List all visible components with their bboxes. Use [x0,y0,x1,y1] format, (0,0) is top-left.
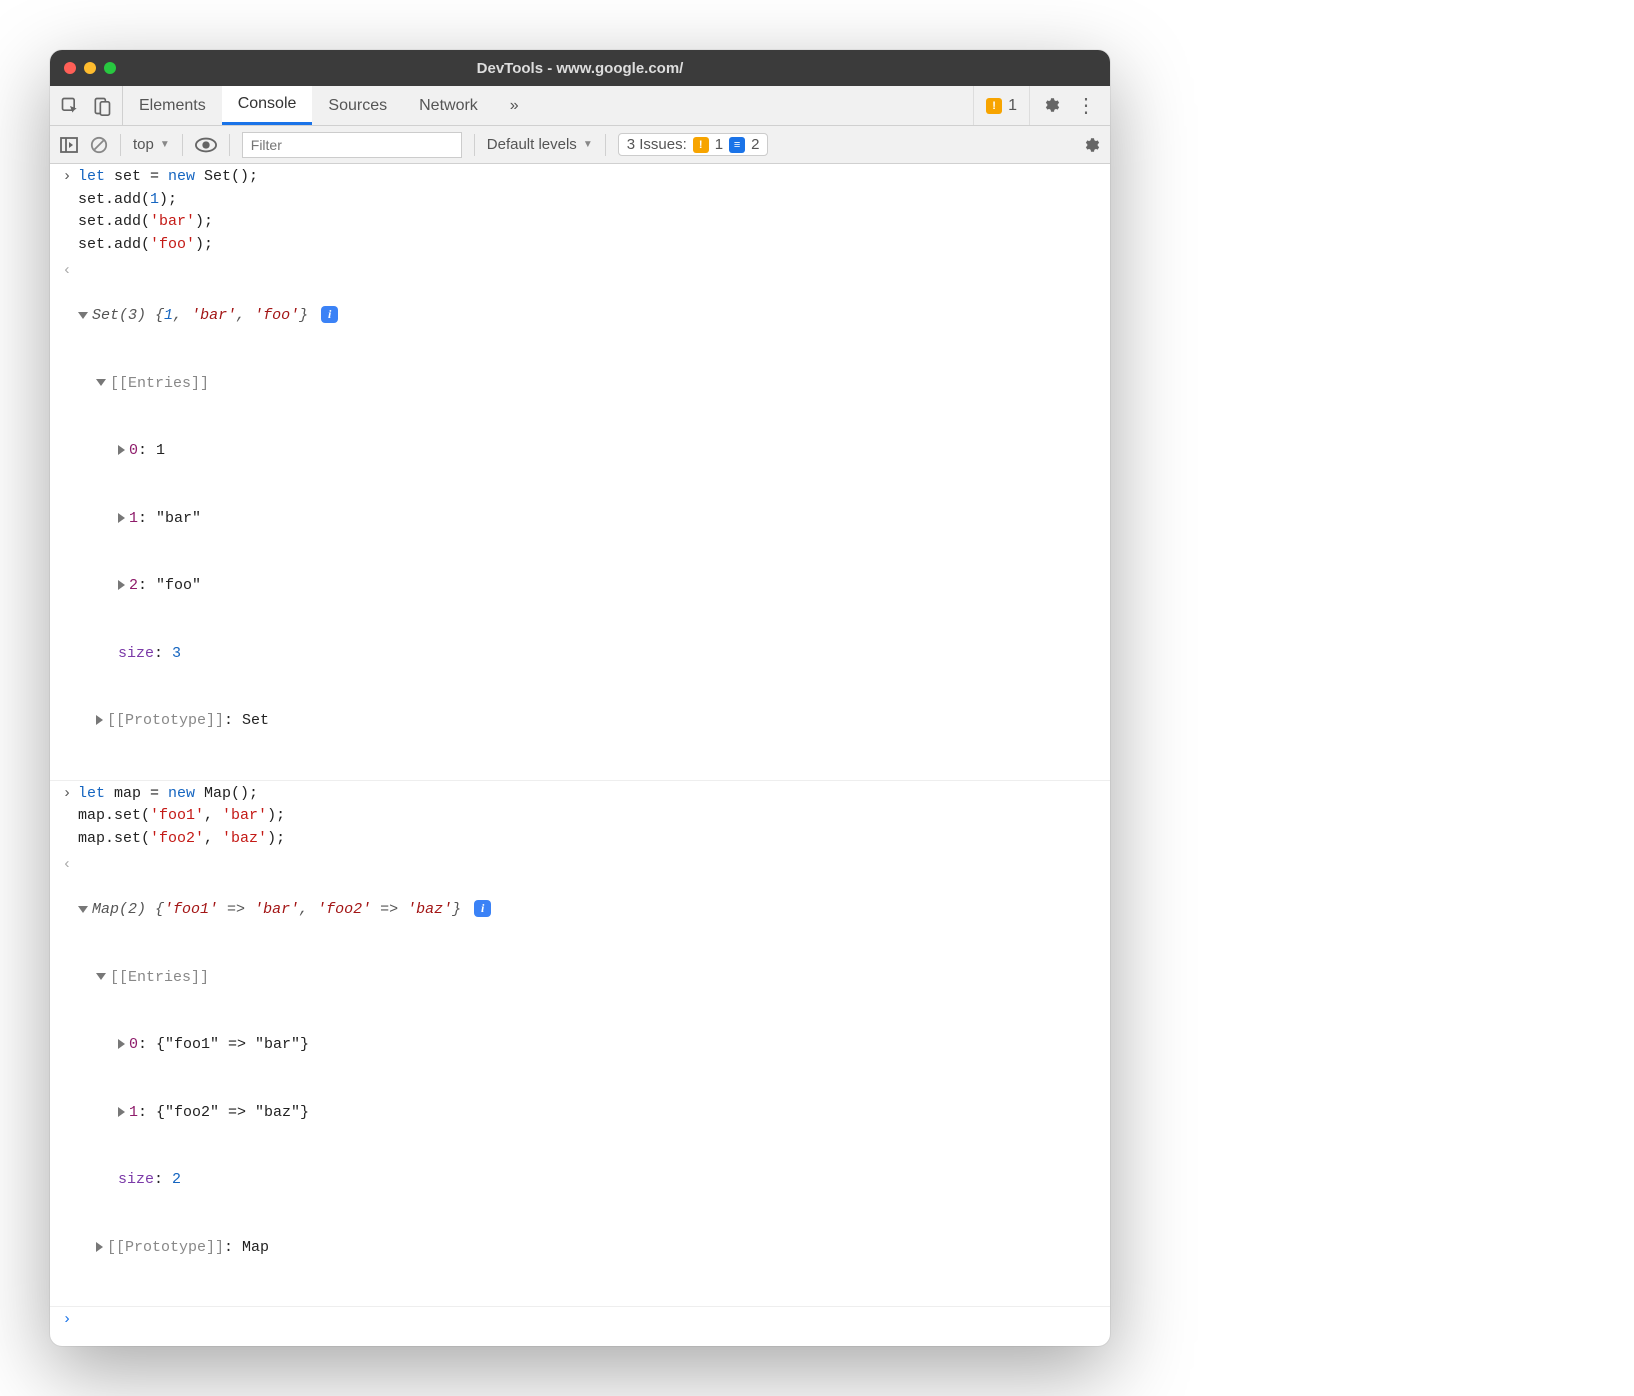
expand-toggle-icon[interactable] [78,312,88,319]
inspect-element-icon[interactable] [60,96,80,116]
titlebar: DevTools - www.google.com/ [50,50,1110,86]
expand-toggle-icon[interactable] [118,580,125,590]
minimize-window-button[interactable] [84,62,96,74]
tab-elements[interactable]: Elements [123,86,222,125]
object-summary[interactable]: Map(2) {'foo1' => 'bar', 'foo2' => 'baz'… [78,899,1100,922]
info-icon: ≡ [729,137,745,153]
chevron-down-icon: ▼ [583,139,593,150]
expand-toggle-icon[interactable] [96,973,106,980]
console-input-row: › let map = new Map(); map.set('foo1', '… [50,781,1110,853]
output-marker-icon: ‹ [56,260,78,778]
issues-button[interactable]: 3 Issues: ! 1 ≡ 2 [618,133,769,156]
close-window-button[interactable] [64,62,76,74]
object-property: size: 3 [78,643,1100,666]
tab-bar: Elements Console Sources Network » ! 1 ⋮ [50,86,1110,126]
object-entries[interactable]: [[Entries]] [78,967,1100,990]
tab-more[interactable]: » [494,86,535,125]
prompt-marker-icon: › [56,1309,78,1332]
expand-toggle-icon[interactable] [118,1107,125,1117]
info-badge-icon[interactable]: i [321,306,338,323]
tab-sources[interactable]: Sources [312,86,403,125]
window-title: DevTools - www.google.com/ [50,60,1110,77]
object-entry[interactable]: 1: "bar" [78,508,1100,531]
expand-toggle-icon[interactable] [96,715,103,725]
console-settings-icon[interactable] [1082,135,1100,153]
info-badge-icon[interactable]: i [474,900,491,917]
expand-toggle-icon[interactable] [118,1039,125,1049]
expand-toggle-icon[interactable] [96,379,106,386]
object-summary[interactable]: Set(3) {1, 'bar', 'foo'} i [78,305,1100,328]
device-toggle-icon[interactable] [92,96,112,116]
object-entry[interactable]: 1: {"foo2" => "baz"} [78,1102,1100,1125]
object-entries[interactable]: [[Entries]] [78,373,1100,396]
warnings-count: 1 [1008,97,1017,115]
warnings-indicator[interactable]: ! 1 [973,86,1030,125]
settings-icon[interactable] [1042,96,1060,114]
context-label: top [133,136,154,153]
clear-console-icon[interactable] [90,136,108,154]
console-prompt-row[interactable]: › [50,1307,1110,1346]
live-expression-icon[interactable] [195,137,217,153]
devtools-window: DevTools - www.google.com/ Elements Cons… [50,50,1110,1346]
console-output-row: ‹ Map(2) {'foo1' => 'bar', 'foo2' => 'ba… [50,852,1110,1307]
object-prototype[interactable]: [[Prototype]]: Set [78,710,1100,733]
console-toolbar: top ▼ Default levels ▼ 3 Issues: ! 1 ≡ 2 [50,126,1110,164]
traffic-lights [64,62,116,74]
expand-toggle-icon[interactable] [118,513,125,523]
expand-toggle-icon[interactable] [78,906,88,913]
issues-label: 3 Issues: [627,136,687,153]
levels-selector[interactable]: Default levels ▼ [487,136,593,153]
context-selector[interactable]: top ▼ [133,136,170,153]
object-entry[interactable]: 2: "foo" [78,575,1100,598]
warning-icon: ! [693,137,709,153]
filter-input[interactable] [242,132,462,158]
tab-console[interactable]: Console [222,86,313,125]
expand-toggle-icon[interactable] [96,1242,103,1252]
object-entry[interactable]: 0: 1 [78,440,1100,463]
console-input-area[interactable] [78,1309,1100,1332]
console-output-row: ‹ Set(3) {1, 'bar', 'foo'} i [[Entries]]… [50,258,1110,781]
code-line: let set = new Set(); set.add(1); set.add… [78,166,1100,256]
input-marker-icon: › [56,783,78,851]
expand-toggle-icon[interactable] [118,445,125,455]
code-line: let map = new Map(); map.set('foo1', 'ba… [78,783,1100,851]
output-marker-icon: ‹ [56,854,78,1304]
sidebar-toggle-icon[interactable] [60,137,78,153]
console-body: › let set = new Set(); set.add(1); set.a… [50,164,1110,1346]
console-input-row: › let set = new Set(); set.add(1); set.a… [50,164,1110,258]
object-prototype[interactable]: [[Prototype]]: Map [78,1237,1100,1260]
tab-network[interactable]: Network [403,86,494,125]
input-marker-icon: › [56,166,78,256]
issue-warn-count: 1 [715,136,723,153]
object-entry[interactable]: 0: {"foo1" => "bar"} [78,1034,1100,1057]
object-property: size: 2 [78,1169,1100,1192]
issue-info-count: 2 [751,136,759,153]
levels-label: Default levels [487,136,577,153]
chevron-down-icon: ▼ [160,139,170,150]
maximize-window-button[interactable] [104,62,116,74]
warning-icon: ! [986,98,1002,114]
kebab-menu-icon[interactable]: ⋮ [1072,93,1100,118]
